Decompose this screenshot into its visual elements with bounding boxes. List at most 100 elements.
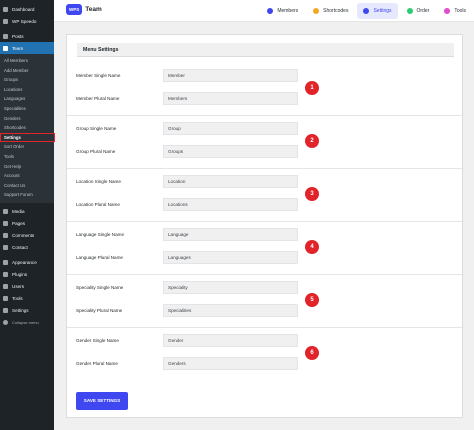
field-label: Speciality Single Name [76,285,124,290]
shortcodes-icon [313,8,320,14]
field-label: Language Single Name [76,232,125,237]
team-icon [3,45,8,51]
save-settings-button[interactable]: SAVE SETTINGS [76,392,128,410]
sidebar-item-settings[interactable]: Settings [0,305,54,317]
nav-shortcodes[interactable]: Shortcodes [307,3,354,19]
sidebar-item-pages[interactable]: Pages [0,218,54,230]
submenu-item-sort-order[interactable]: Sort Order [0,142,54,152]
collapse-arrow-icon [3,320,8,326]
nav-settings[interactable]: Settings [357,3,398,19]
sidebar-item-plugins[interactable]: Plugins [0,269,54,281]
nav-label: Order [416,8,430,14]
menu-settings-panel: Menu Settings Member Single Name Member … [66,34,464,418]
group-divider [67,274,464,275]
sidebar-item-tools[interactable]: Tools [0,293,54,305]
language-single-input[interactable]: Language [163,228,298,241]
settings-group-speciality: Speciality Single Name Speciality Specia… [67,274,464,328]
member-plural-input[interactable]: Members [163,92,298,105]
group-plural-input[interactable]: Groups [163,145,298,158]
submenu-item-add-member[interactable]: Add Member [0,66,54,76]
submenu-item-all-members[interactable]: All Members [0,56,54,66]
sidebar-item-label: Team [12,45,24,51]
mail-icon [3,245,8,251]
sidebar-item-posts[interactable]: Posts [0,30,54,42]
nav-tools[interactable]: Tools [438,3,472,19]
submenu-item-specialities[interactable]: Specialities [0,104,54,114]
nav-label: Tools [454,8,466,14]
field-label: Gender Single Name [76,338,119,343]
member-single-input[interactable]: Member [163,69,298,82]
sidebar-item-label: Contact [12,245,28,251]
logo-text: Team [85,6,102,13]
submenu-item-tools[interactable]: Tools [0,152,54,162]
submenu-item-contact-us[interactable]: Contact Us [0,181,54,191]
submenu-item-get-help[interactable]: Get Help [0,162,54,172]
group-divider [67,168,464,169]
sidebar-item-dashboard[interactable]: Dashboard [0,3,54,15]
collapse-menu-button[interactable]: Collapse menu [0,317,54,329]
sidebar-item-appearance[interactable]: Appearance [0,257,54,269]
wrench-icon [3,296,8,302]
location-single-input[interactable]: Location [163,175,298,188]
settings-group-location: Location Single Name Location Location P… [67,168,464,222]
field-label: Group Single Name [76,126,117,131]
team-submenu: All Members Add Member Groups Locations … [0,54,55,203]
group-single-input[interactable]: Group [163,122,298,135]
sidebar-item-label: Pages [12,221,26,227]
sidebar-item-wp-speedo[interactable]: WP Speedo [0,15,54,27]
sidebar-item-label: Comments [12,233,35,239]
settings-icon [3,308,8,314]
submenu-item-settings[interactable]: Settings [0,132,55,143]
language-plural-input[interactable]: Languages [163,251,298,264]
field-label: Location Single Name [76,179,121,184]
field-label: Location Plural Name [76,202,120,207]
gender-single-input[interactable]: Gender [163,334,298,347]
speciality-plural-input[interactable]: Specialities [163,304,298,317]
field-label: Gender Plural Name [76,361,118,366]
logo-badge: WPS [66,4,83,15]
sidebar-item-label: Dashboard [12,6,35,12]
sidebar-item-label: Media [12,209,25,215]
submenu-item-genders[interactable]: Genders [0,114,54,124]
plugin-icon [3,272,8,278]
sidebar-item-label: Settings [12,308,29,314]
field-label: Language Plural Name [76,255,123,260]
sidebar-item-media[interactable]: Media [0,206,54,218]
sidebar-item-team[interactable]: Team [0,42,54,54]
field-label: Member Plural Name [76,96,120,101]
settings-group-member: Member Single Name Member Member Plural … [67,62,464,116]
sidebar-item-contact[interactable]: Contact [0,242,54,254]
nav-label: Members [277,8,299,14]
step-badge: 2 [305,134,319,148]
step-badge: 5 [305,293,319,307]
settings-group-gender: Gender Single Name Gender Gender Plural … [67,327,464,381]
submenu-item-locations[interactable]: Locations [0,85,54,95]
speedo-icon [3,18,8,24]
location-plural-input[interactable]: Locations [163,198,298,211]
sidebar-item-label: Appearance [12,260,37,266]
step-badge: 6 [305,346,319,360]
nav-label: Shortcodes [323,8,349,14]
settings-group-group: Group Single Name Group Group Plural Nam… [67,115,464,169]
submenu-item-shortcodes[interactable]: Shortcodes [0,123,54,133]
settings-gear-icon [363,8,370,14]
settings-group-language: Language Single Name Language Language P… [67,221,464,275]
panel-title: Menu Settings [77,43,454,57]
field-label: Group Plural Name [76,149,116,154]
nav-order[interactable]: Order [401,3,436,19]
submenu-item-groups[interactable]: Groups [0,75,54,85]
speciality-single-input[interactable]: Speciality [163,281,298,294]
nav-members[interactable]: Members [261,3,304,19]
step-badge: 3 [305,187,319,201]
submenu-item-support-forum[interactable]: Support Forum [0,190,54,200]
order-icon [406,8,413,14]
sidebar-item-comments[interactable]: Comments [0,230,54,242]
submenu-item-account[interactable]: Account [0,171,54,181]
dashboard-icon [3,6,8,12]
group-divider [67,221,464,222]
submenu-item-languages[interactable]: Languages [0,94,54,104]
gender-plural-input[interactable]: Genders [163,357,298,370]
users-icon [3,284,8,290]
step-badge: 1 [305,81,319,95]
sidebar-item-users[interactable]: Users [0,281,54,293]
